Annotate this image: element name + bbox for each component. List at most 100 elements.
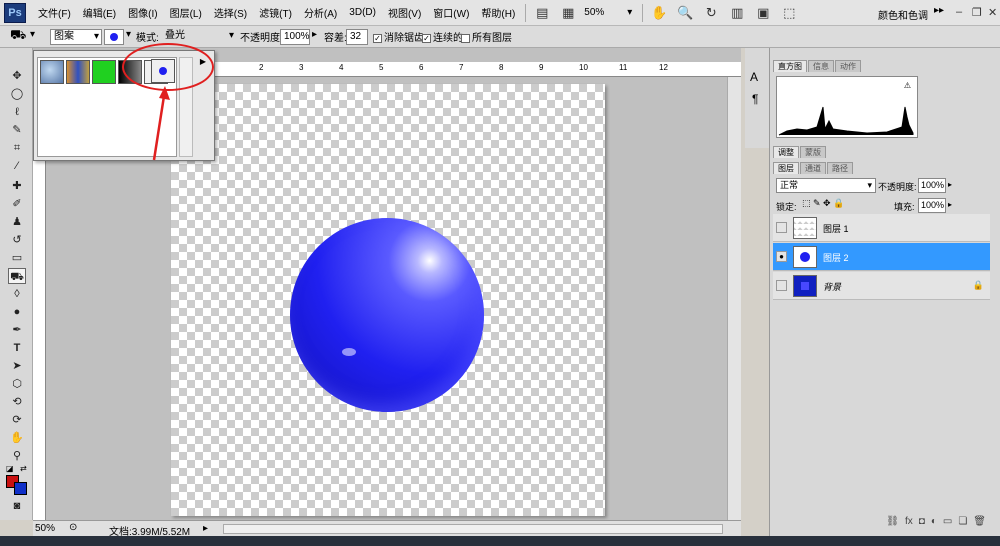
status-menu-icon[interactable]: ▸ — [203, 523, 208, 534]
layer-row[interactable]: 背景 🔒 — [773, 272, 990, 300]
lock-icons[interactable]: ⬚ ✎ ✥ 🔒 — [802, 198, 844, 209]
history-brush-tool-icon[interactable]: ↺ — [8, 232, 26, 248]
tab-adjustments[interactable]: 调整 — [773, 146, 799, 158]
visibility-toggle[interactable] — [776, 280, 787, 291]
horizontal-scrollbar[interactable] — [223, 524, 723, 534]
quick-mask-icon[interactable]: ◙ — [8, 498, 26, 514]
chevron-down-icon[interactable]: ▾ — [30, 29, 35, 40]
layer-row[interactable]: 图层 1 — [773, 214, 990, 242]
restore-icon[interactable]: ❐ — [972, 6, 982, 19]
marquee-tool-icon[interactable]: ◯ — [8, 86, 26, 102]
tab-channels[interactable]: 通道 — [800, 162, 826, 174]
pattern-tie-dye[interactable] — [66, 60, 90, 84]
path-selection-tool-icon[interactable]: ➤ — [8, 358, 26, 374]
hand-tool-icon[interactable]: ✋ — [8, 430, 26, 446]
background-color-swatch[interactable] — [14, 482, 27, 495]
menu-analysis[interactable]: 分析(A) — [304, 5, 337, 20]
menu-file[interactable]: 文件(F) — [38, 5, 71, 20]
blur-tool-icon[interactable]: ◊ — [8, 286, 26, 302]
new-layer-icon[interactable]: ❏ — [958, 516, 967, 532]
tolerance-input[interactable]: 32 — [346, 29, 368, 45]
new-group-icon[interactable]: ▭ — [943, 516, 952, 532]
type-tool-icon[interactable]: T — [8, 340, 26, 356]
quick-select-tool-icon[interactable]: ✎ — [8, 122, 26, 138]
opacity-slider-icon[interactable]: ▸ — [948, 180, 952, 189]
brush-tool-icon[interactable]: ✐ — [8, 196, 26, 212]
clone-stamp-tool-icon[interactable]: ♟ — [8, 214, 26, 230]
dodge-tool-icon[interactable]: ● — [8, 304, 26, 320]
opacity-input[interactable]: 100% — [280, 29, 310, 45]
minimize-icon[interactable]: – — [956, 6, 962, 18]
pattern-bubbles[interactable] — [40, 60, 64, 84]
document-canvas[interactable] — [171, 84, 605, 516]
antialias-checkbox[interactable]: ✓ 消除锯齿 — [373, 29, 424, 44]
blend-mode-select[interactable]: 正常 ▾ — [776, 178, 876, 193]
zoom-tool-icon[interactable]: ⚲ — [8, 448, 26, 464]
healing-brush-tool-icon[interactable]: ✚ — [8, 178, 26, 194]
hand-icon[interactable]: ✋ — [649, 4, 669, 22]
tab-histogram[interactable]: 直方图 — [773, 60, 807, 72]
grid-icon[interactable]: ▥ — [727, 4, 747, 22]
tab-layers[interactable]: 图层 — [773, 162, 799, 174]
workspace-menu-icon[interactable]: ▸▸ — [934, 5, 944, 16]
paragraph-panel-icon[interactable]: ¶ — [752, 92, 758, 106]
screen-mode-icon[interactable]: ⬚ — [779, 4, 799, 22]
tab-paths[interactable]: 路径 — [827, 162, 853, 174]
vertical-scrollbar[interactable] — [727, 77, 741, 520]
view-extras-icon[interactable]: ▦ — [558, 4, 578, 22]
tab-actions[interactable]: 动作 — [835, 60, 861, 72]
link-layers-icon[interactable]: ⛓ — [886, 516, 899, 532]
character-panel-icon[interactable]: A — [750, 70, 758, 84]
menu-select[interactable]: 选择(S) — [214, 5, 247, 20]
shape-tool-icon[interactable]: ⬡ — [8, 376, 26, 392]
paint-bucket-tool-icon[interactable]: ⛟ — [10, 27, 26, 45]
menu-3d[interactable]: 3D(D) — [349, 7, 376, 18]
menu-layer[interactable]: 图层(L) — [170, 5, 202, 20]
ruler-label: 6 — [419, 63, 424, 72]
pattern-green[interactable] — [92, 60, 116, 84]
arrange-documents-icon[interactable]: ▣ — [753, 4, 773, 22]
pattern-picker-toggle[interactable]: ▾ — [126, 29, 131, 40]
layer-style-icon[interactable]: fx — [905, 516, 913, 532]
menu-help[interactable]: 帮助(H) — [481, 5, 515, 20]
swap-colors-icon[interactable]: ⇄ — [20, 464, 27, 473]
default-colors-icon[interactable]: ◪ — [6, 464, 14, 473]
crop-tool-icon[interactable]: ⌗ — [8, 140, 26, 156]
eye-icon[interactable]: ● — [776, 251, 787, 262]
close-icon[interactable]: ✕ — [988, 6, 997, 19]
layer-opacity-input[interactable]: 100% — [918, 178, 946, 193]
zoom-icon[interactable]: 🔍 — [675, 4, 695, 22]
move-tool-icon[interactable]: ✥ — [8, 68, 26, 84]
bridge-icon[interactable]: ▤ — [532, 4, 552, 22]
visibility-toggle[interactable] — [776, 222, 787, 233]
fill-slider-icon[interactable]: ▸ — [948, 200, 952, 209]
pattern-swatch[interactable] — [104, 29, 124, 45]
workspace-switcher[interactable]: 颜色和色调 — [878, 7, 928, 22]
layer-row-active[interactable]: ● 图层 2 — [773, 243, 990, 271]
3d-rotate-tool-icon[interactable]: ⟲ — [8, 394, 26, 410]
menu-window[interactable]: 窗口(W) — [433, 5, 469, 20]
zoom-select[interactable]: 50% ▾ — [584, 7, 632, 18]
fill-source-select[interactable]: 图案 ▾ — [50, 29, 102, 45]
menu-edit[interactable]: 编辑(E) — [83, 5, 116, 20]
all-layers-checkbox[interactable]: 所有图层 — [461, 29, 512, 44]
contiguous-checkbox[interactable]: ✓ 连续的 — [422, 29, 463, 44]
menu-image[interactable]: 图像(I) — [128, 5, 157, 20]
opacity-slider-icon[interactable]: ▸ — [312, 29, 317, 40]
delete-layer-icon[interactable]: 🗑 — [973, 516, 986, 532]
lasso-tool-icon[interactable]: ℓ — [8, 104, 26, 120]
status-zoom[interactable]: 50% — [35, 523, 55, 534]
3d-orbit-tool-icon[interactable]: ⟳ — [8, 412, 26, 428]
eyedropper-tool-icon[interactable]: ⁄ — [8, 158, 26, 174]
add-mask-icon[interactable]: ◘ — [919, 516, 925, 532]
paint-bucket-tool-icon[interactable]: ⛟ — [8, 268, 26, 284]
pen-tool-icon[interactable]: ✒ — [8, 322, 26, 338]
eraser-tool-icon[interactable]: ▭ — [8, 250, 26, 266]
layer-fill-input[interactable]: 100% — [918, 198, 946, 213]
menu-view[interactable]: 视图(V) — [388, 5, 421, 20]
adjustment-layer-icon[interactable]: ◐ — [931, 516, 937, 532]
menu-filter[interactable]: 滤镜(T) — [259, 5, 292, 20]
rotate-view-icon[interactable]: ↻ — [701, 4, 721, 22]
tab-masks[interactable]: 蒙版 — [800, 146, 826, 158]
tab-info[interactable]: 信息 — [808, 60, 834, 72]
